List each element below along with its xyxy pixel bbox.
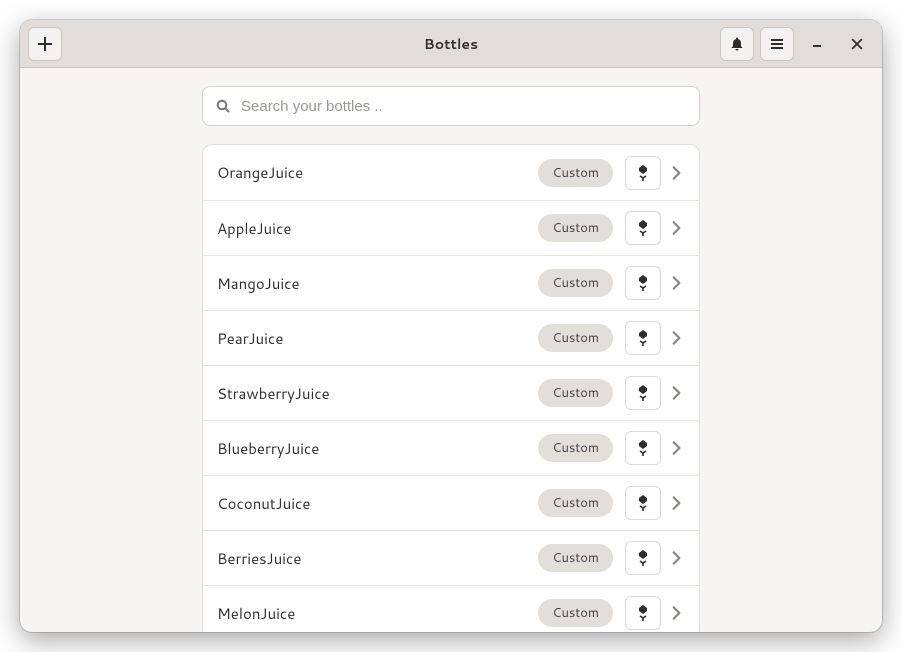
hamburger-icon [769, 36, 785, 52]
chevron-right-icon [667, 494, 685, 512]
bottle-name: OrangeJuice [217, 162, 538, 183]
executable-icon [635, 164, 651, 182]
close-icon [850, 37, 864, 51]
chevron-right-icon [667, 384, 685, 402]
bottle-row[interactable]: PearJuiceCustom [203, 310, 699, 365]
environment-badge: Custom [538, 379, 613, 407]
bottle-list: OrangeJuiceCustomAppleJuiceCustomMangoJu… [202, 144, 700, 632]
environment-badge: Custom [538, 599, 613, 627]
bottle-name: MelonJuice [217, 603, 538, 624]
bottle-name: AppleJuice [217, 218, 538, 239]
run-executable-button[interactable] [625, 211, 661, 245]
minimize-icon [809, 36, 825, 52]
chevron-right-icon [667, 219, 685, 237]
bottle-row[interactable]: AppleJuiceCustom [203, 200, 699, 255]
executable-icon [635, 439, 651, 457]
bottle-row[interactable]: CoconutJuiceCustom [203, 475, 699, 530]
environment-badge: Custom [538, 324, 613, 352]
bottle-row[interactable]: BerriesJuiceCustom [203, 530, 699, 585]
executable-icon [635, 329, 651, 347]
notifications-button[interactable] [720, 27, 754, 61]
chevron-right-icon [667, 164, 685, 182]
menu-button[interactable] [760, 27, 794, 61]
bottle-name: MangoJuice [217, 273, 538, 294]
run-executable-button[interactable] [625, 376, 661, 410]
executable-icon [635, 219, 651, 237]
bottle-row[interactable]: BlueberryJuiceCustom [203, 420, 699, 475]
bottle-name: BerriesJuice [217, 548, 538, 569]
new-bottle-button[interactable] [28, 27, 62, 61]
environment-badge: Custom [538, 269, 613, 297]
environment-badge: Custom [538, 544, 613, 572]
content-area: OrangeJuiceCustomAppleJuiceCustomMangoJu… [20, 68, 882, 632]
bottle-name: BlueberryJuice [217, 438, 538, 459]
close-button[interactable] [840, 27, 874, 61]
executable-icon [635, 604, 651, 622]
minimize-button[interactable] [800, 27, 834, 61]
executable-icon [635, 549, 651, 567]
bottle-row[interactable]: StrawberryJuiceCustom [203, 365, 699, 420]
executable-icon [635, 274, 651, 292]
bottle-row[interactable]: MelonJuiceCustom [203, 585, 699, 632]
app-window: Bottles [20, 20, 882, 632]
bottle-name: CoconutJuice [217, 493, 538, 514]
executable-icon [635, 384, 651, 402]
bottle-name: StrawberryJuice [217, 383, 538, 404]
chevron-right-icon [667, 604, 685, 622]
chevron-right-icon [667, 329, 685, 347]
plus-icon [37, 36, 53, 52]
search-input[interactable] [239, 97, 687, 116]
search-box[interactable] [202, 86, 700, 126]
headerbar: Bottles [20, 20, 882, 68]
environment-badge: Custom [538, 489, 613, 517]
bell-icon [729, 36, 745, 52]
run-executable-button[interactable] [625, 156, 661, 190]
run-executable-button[interactable] [625, 596, 661, 630]
chevron-right-icon [667, 274, 685, 292]
executable-icon [635, 494, 651, 512]
run-executable-button[interactable] [625, 321, 661, 355]
bottle-row[interactable]: OrangeJuiceCustom [203, 145, 699, 200]
run-executable-button[interactable] [625, 486, 661, 520]
run-executable-button[interactable] [625, 431, 661, 465]
environment-badge: Custom [538, 434, 613, 462]
environment-badge: Custom [538, 214, 613, 242]
bottle-row[interactable]: MangoJuiceCustom [203, 255, 699, 310]
run-executable-button[interactable] [625, 541, 661, 575]
environment-badge: Custom [538, 159, 613, 187]
run-executable-button[interactable] [625, 266, 661, 300]
bottle-name: PearJuice [217, 328, 538, 349]
search-icon [215, 98, 231, 114]
chevron-right-icon [667, 439, 685, 457]
chevron-right-icon [667, 549, 685, 567]
